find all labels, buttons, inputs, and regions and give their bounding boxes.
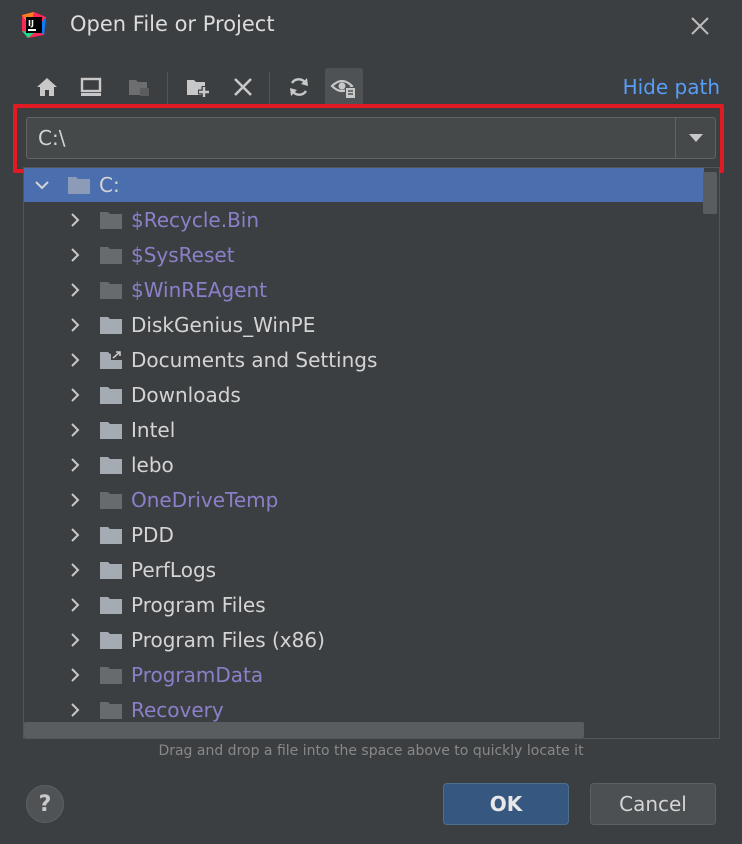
chevron-right-icon[interactable] [67,632,83,648]
tree-row[interactable]: ProgramData [24,658,704,692]
chevron-right-icon[interactable] [67,317,83,333]
folder-icon [100,562,122,579]
tree-row[interactable]: Intel [24,413,704,447]
toolbar-separator [269,72,270,104]
tree-item-label: $SysReset [131,243,235,267]
folder-icon [100,667,122,684]
chevron-down-icon[interactable] [34,177,50,193]
tree-root-label: C: [99,173,120,197]
tree-item-label: PerfLogs [131,558,217,582]
toolbar-separator [167,72,168,104]
chevron-right-icon[interactable] [67,422,83,438]
tree-item-label: Recovery [131,698,224,722]
close-button[interactable] [686,12,714,40]
tree-item-label: Downloads [131,383,241,407]
chevron-right-icon[interactable] [67,457,83,473]
tree-row[interactable]: Program Files (x86) [24,623,704,657]
folder-icon [100,247,122,264]
tree-item-label: DiskGenius_WinPE [131,313,316,337]
chevron-right-icon[interactable] [67,387,83,403]
tree-row[interactable]: $WinREAgent [24,273,704,307]
tree-root-row[interactable]: C: [24,168,704,202]
folder-shortcut-icon [100,350,122,369]
toolbar [26,68,376,108]
tree-row[interactable]: PerfLogs [24,553,704,587]
tree-row[interactable]: $Recycle.Bin [24,203,704,237]
tree-row[interactable]: OneDriveTemp [24,483,704,517]
folder-icon [100,212,122,229]
folder-icon [100,387,122,404]
close-icon [691,17,709,35]
file-tree[interactable]: C: $Recycle.Bin $SysReset $WinREAgent DiskG… [23,167,720,739]
ok-button[interactable]: OK [443,783,569,825]
project-folder-icon [129,80,149,96]
path-input[interactable] [27,118,677,158]
vertical-scrollbar-thumb[interactable] [703,172,717,214]
tree-item-label: $WinREAgent [131,278,268,302]
folder-icon [100,632,122,649]
chevron-right-icon[interactable] [67,702,83,718]
folder-icon [100,527,122,544]
chevron-right-icon[interactable] [67,492,83,508]
folder-icon [100,597,122,614]
tree-row[interactable]: DiskGenius_WinPE [24,308,704,342]
desktop-icon [80,77,102,96]
folder-icon [100,282,122,299]
desktop-button[interactable] [72,68,110,106]
folder-icon [100,492,122,509]
new-folder-icon [187,80,210,98]
chevron-right-icon[interactable] [67,352,83,368]
refresh-button[interactable] [280,68,318,106]
chevron-right-icon[interactable] [67,562,83,578]
tree-item-label: OneDriveTemp [131,488,279,512]
show-hidden-button[interactable] [325,68,363,106]
cancel-button[interactable]: Cancel [590,783,716,825]
delete-button[interactable] [224,68,262,106]
home-icon [37,78,57,96]
path-field [26,117,716,159]
horizontal-scrollbar-thumb[interactable] [24,722,584,738]
tree-item-label: Intel [131,418,176,442]
path-history-dropdown[interactable] [675,118,715,158]
title-bar: IJ Open File or Project [0,0,742,52]
chevron-right-icon[interactable] [67,247,83,263]
chevron-down-icon [688,134,703,142]
dialog-title: Open File or Project [70,12,275,36]
show-hidden-files-icon [330,79,356,99]
chevron-right-icon[interactable] [67,667,83,683]
help-button[interactable]: ? [26,785,64,823]
folder-icon [100,422,122,439]
intellij-idea-icon: IJ [22,12,46,38]
tree-item-label: $Recycle.Bin [131,208,260,232]
tree-row[interactable]: Program Files [24,588,704,622]
tree-row[interactable]: lebo [24,448,704,482]
home-button[interactable] [28,68,66,106]
tree-row[interactable]: Downloads [24,378,704,412]
chevron-right-icon[interactable] [67,597,83,613]
refresh-icon [290,78,308,96]
folder-icon [100,702,122,719]
svg-text:IJ: IJ [28,19,34,28]
folder-icon [100,317,122,334]
new-folder-button[interactable] [179,68,217,106]
tree-item-label: lebo [131,453,174,477]
folder-icon [68,177,90,194]
drag-drop-hint: Drag and drop a file into the space abov… [158,743,584,759]
tree-item-label: Program Files (x86) [131,628,325,652]
tree-row[interactable]: Documents and Settings [24,343,704,377]
chevron-right-icon[interactable] [67,527,83,543]
hide-path-link[interactable]: Hide path [623,75,720,99]
chevron-right-icon[interactable] [67,282,83,298]
tree-row[interactable]: $SysReset [24,238,704,272]
delete-icon [234,78,252,96]
tree-item-label: ProgramData [131,663,264,687]
tree-row[interactable]: PDD [24,518,704,552]
tree-item-label: Documents and Settings [131,348,378,372]
chevron-right-icon[interactable] [67,212,83,228]
folder-icon [100,457,122,474]
tree-item-label: PDD [131,523,174,547]
tree-item-label: Program Files [131,593,266,617]
project-button[interactable] [120,68,158,106]
